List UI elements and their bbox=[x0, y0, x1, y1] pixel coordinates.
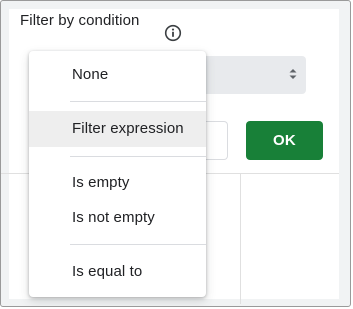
menu-item-is-not-empty[interactable]: Is not empty bbox=[29, 200, 206, 236]
info-icon[interactable] bbox=[164, 24, 182, 42]
filter-dialog-frame: Filter by condition OK None Filter expre… bbox=[0, 0, 351, 307]
menu-item-none[interactable]: None bbox=[29, 57, 206, 93]
filter-by-condition-title: Filter by condition bbox=[20, 12, 140, 29]
ok-button[interactable]: OK bbox=[246, 121, 323, 160]
condition-select[interactable] bbox=[197, 56, 306, 94]
menu-item-filter-expression[interactable]: Filter expression bbox=[29, 111, 206, 147]
menu-item-is-equal-to[interactable]: Is equal to bbox=[29, 254, 206, 290]
condition-dropdown-menu: None Filter expression Is empty Is not e… bbox=[29, 51, 206, 297]
select-arrows-icon bbox=[289, 69, 297, 79]
menu-separator bbox=[70, 156, 206, 157]
column-divider bbox=[240, 174, 241, 304]
menu-separator bbox=[70, 101, 206, 102]
menu-item-is-empty[interactable]: Is empty bbox=[29, 165, 206, 201]
menu-separator bbox=[70, 244, 206, 245]
